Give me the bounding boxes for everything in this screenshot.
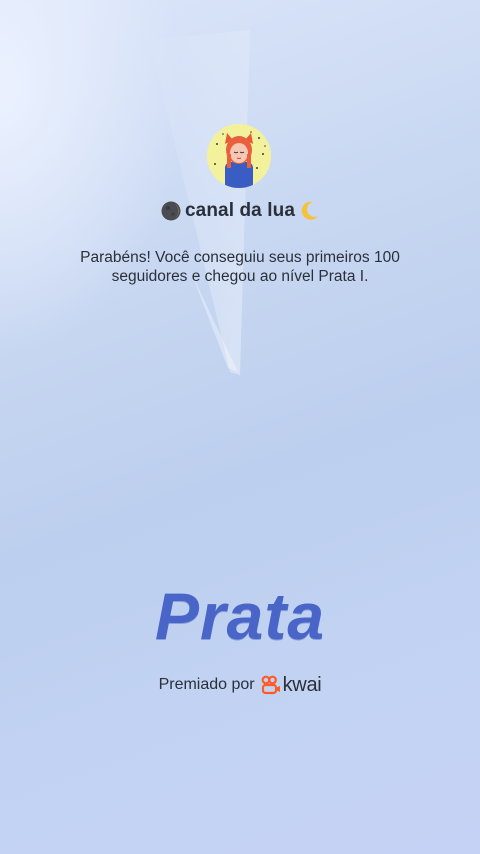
channel-avatar (207, 124, 271, 188)
awarded-by-label: Premiado por (158, 676, 255, 693)
kwai-brand-text: kwai (282, 674, 322, 696)
avatar-illustration (207, 124, 271, 188)
kwai-logo-icon (261, 675, 280, 695)
level-title: Prata (154, 579, 326, 653)
kwai-logo: kwai (261, 675, 322, 695)
crescent-moon-icon (301, 201, 318, 220)
new-moon-icon (161, 201, 181, 221)
awarded-by-row: Premiado por kwai (0, 675, 480, 695)
congratulations-message: Parabéns! Você conseguiu seus primeiros … (80, 249, 400, 285)
channel-name: canal da lua (185, 200, 295, 221)
channel-title-row: canal da lua (0, 200, 480, 222)
